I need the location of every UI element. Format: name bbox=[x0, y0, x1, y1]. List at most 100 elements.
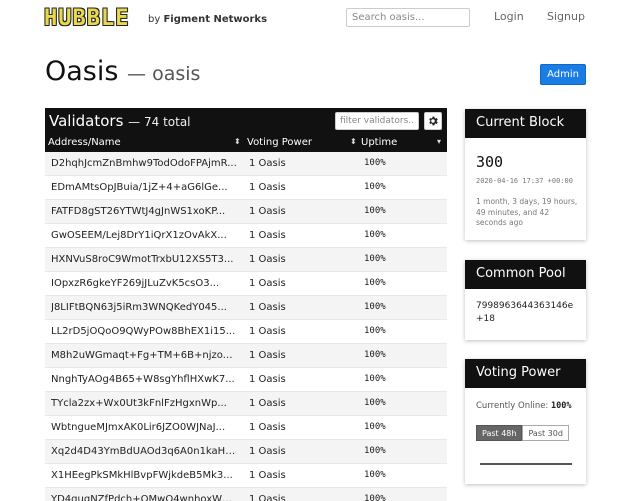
validator-address[interactable]: X1HEegPkSMkHlBvpFWjkdeB5Mk3... bbox=[51, 470, 237, 481]
validator-voting-power: 1 Oasis bbox=[249, 470, 286, 481]
validator-voting-power: 1 Oasis bbox=[249, 302, 286, 313]
validator-address[interactable]: WbtngueMJmxAK0Lir6JZO0WJNaJ... bbox=[51, 422, 237, 433]
validator-uptime: 100% bbox=[364, 350, 386, 360]
validators-rows: D2hqhJcmZnBmhw9TodOdoFPAjmR... 1 Oasis 100… bbox=[45, 152, 447, 501]
table-row[interactable]: IOpxzR6gkeYF269jJLuZvK5csO3... 1 Oasis 100… bbox=[45, 272, 447, 296]
network-name: Oasis bbox=[45, 56, 119, 87]
validators-title: Validators — 74 total bbox=[49, 112, 191, 130]
byline: by Figment Networks bbox=[148, 14, 267, 25]
validator-uptime: 100% bbox=[364, 158, 386, 168]
voting-power-chart-line bbox=[480, 463, 572, 465]
signup-link[interactable]: Signup bbox=[547, 10, 585, 23]
validators-header: Validators — 74 total bbox=[45, 108, 447, 135]
validator-uptime: 100% bbox=[364, 302, 386, 312]
byline-by: by bbox=[148, 14, 161, 25]
sort-icon[interactable]: ⬍ bbox=[234, 137, 241, 146]
validators-total: — 74 total bbox=[128, 115, 191, 129]
tab-past-48h[interactable]: Past 48h bbox=[476, 425, 523, 441]
validator-voting-power: 1 Oasis bbox=[249, 254, 286, 265]
table-row[interactable]: J8LIFtBQN63j5iRm3WNQKedY045... 1 Oasis 100… bbox=[45, 296, 447, 320]
col-uptime[interactable]: Uptime bbox=[361, 137, 397, 148]
table-row[interactable]: M8h2uWGmaqt+Fg+TM+6B+njzox+... 1 Oasis 100… bbox=[45, 344, 447, 368]
validator-uptime: 100% bbox=[364, 206, 386, 216]
validator-uptime: 100% bbox=[364, 446, 386, 456]
validator-voting-power: 1 Oasis bbox=[249, 374, 286, 385]
online-value: 100% bbox=[551, 401, 572, 411]
validator-address[interactable]: J8LIFtBQN63j5iRm3WNQKedY045... bbox=[51, 302, 237, 313]
hubble-logo[interactable]: HUBBLE bbox=[44, 6, 129, 31]
validator-address[interactable]: FATFD8gST26YTWtJ4gJnWS1xoKP... bbox=[51, 206, 237, 217]
table-row[interactable]: FATFD8gST26YTWtJ4gJnWS1xoKP... 1 Oasis 100… bbox=[45, 200, 447, 224]
voting-power-card: Voting Power Currently Online: 100% Past… bbox=[465, 359, 586, 484]
current-block-card: Current Block 300 2020-04-16 17:37 +00:0… bbox=[465, 109, 586, 240]
filter-validators-input[interactable] bbox=[335, 112, 419, 130]
gear-icon bbox=[429, 116, 438, 126]
table-row[interactable]: GwOSEEM/Lej8DrY1iQrX1zOvAkX... 1 Oasis 100… bbox=[45, 224, 447, 248]
common-pool-title: Common Pool bbox=[465, 260, 586, 289]
validators-title-text: Validators bbox=[49, 112, 124, 130]
table-row[interactable]: X1HEegPkSMkHlBvpFWjkdeB5Mk3... 1 Oasis 100… bbox=[45, 464, 447, 488]
voting-power-title: Voting Power bbox=[465, 359, 586, 388]
col-address-name[interactable]: Address/Name bbox=[48, 137, 121, 148]
table-row[interactable]: TYcla2zx+Wx0Ut3kFnlFzHgxnWp... 1 Oasis 100… bbox=[45, 392, 447, 416]
admin-button[interactable]: Admin bbox=[540, 64, 586, 85]
validator-uptime: 100% bbox=[364, 230, 386, 240]
validator-voting-power: 1 Oasis bbox=[249, 278, 286, 289]
search-input[interactable] bbox=[346, 8, 470, 27]
settings-button[interactable] bbox=[424, 112, 442, 130]
validator-address[interactable]: LL2rD5jOQoO9QWyPOw8BhEX1i15... bbox=[51, 326, 237, 337]
validator-uptime: 100% bbox=[364, 182, 386, 192]
validator-uptime: 100% bbox=[364, 470, 386, 480]
table-row[interactable]: LL2rD5jOQoO9QWyPOw8BhEX1i15... 1 Oasis 100… bbox=[45, 320, 447, 344]
validator-address[interactable]: M8h2uWGmaqt+Fg+TM+6B+njzox+... bbox=[51, 350, 237, 361]
validator-voting-power: 1 Oasis bbox=[249, 326, 286, 337]
validators-panel: Validators — 74 total Address/Name ⬍ Vot… bbox=[45, 108, 447, 501]
validator-voting-power: 1 Oasis bbox=[249, 206, 286, 217]
validator-voting-power: 1 Oasis bbox=[249, 182, 286, 193]
validator-address[interactable]: GwOSEEM/Lej8DrY1iQrX1zOvAkX... bbox=[51, 230, 237, 241]
validator-voting-power: 1 Oasis bbox=[249, 422, 286, 433]
validator-uptime: 100% bbox=[364, 326, 386, 336]
table-row[interactable]: YD4guqNZfPdch+OMwO4wnhoxW4x... 1 Oasis 100… bbox=[45, 488, 447, 501]
col-voting-power[interactable]: Voting Power bbox=[247, 137, 312, 148]
table-row[interactable]: WbtngueMJmxAK0Lir6JZO0WJNaJ... 1 Oasis 100… bbox=[45, 416, 447, 440]
table-row[interactable]: NnghTyAOg4B65+W8sgYhflHXwK7... 1 Oasis 100… bbox=[45, 368, 447, 392]
validator-uptime: 100% bbox=[364, 374, 386, 384]
validator-address[interactable]: EDmAMtsOpJBuia/1jZ+4+aG6lGe... bbox=[51, 182, 237, 193]
currently-online: Currently Online: 100% bbox=[476, 401, 572, 411]
validator-voting-power: 1 Oasis bbox=[249, 446, 286, 457]
login-link[interactable]: Login bbox=[494, 10, 524, 23]
table-row[interactable]: HXNVuS8roC9WmotTrxbU12XS5T3... 1 Oasis 100… bbox=[45, 248, 447, 272]
block-timestamp: 2020-04-16 17:37 +00:00 bbox=[476, 177, 573, 185]
validator-address[interactable]: D2hqhJcmZnBmhw9TodOdoFPAjmR... bbox=[51, 158, 237, 169]
validator-address[interactable]: HXNVuS8roC9WmotTrxbU12XS5T3... bbox=[51, 254, 237, 265]
validator-voting-power: 1 Oasis bbox=[249, 494, 286, 501]
online-label: Currently Online: bbox=[476, 401, 549, 411]
block-age: 1 month, 3 days, 19 hours, 49 minutes, a… bbox=[476, 197, 578, 227]
table-row[interactable]: Xq2d4D43YmBdUAOd3q6A0n1kaHU... 1 Oasis 100… bbox=[45, 440, 447, 464]
validator-voting-power: 1 Oasis bbox=[249, 350, 286, 361]
voting-power-tabs: Past 48h Past 30d bbox=[476, 425, 569, 441]
tab-past-30d[interactable]: Past 30d bbox=[522, 425, 569, 441]
validator-address[interactable]: NnghTyAOg4B65+W8sgYhflHXwK7... bbox=[51, 374, 237, 385]
byline-company[interactable]: Figment Networks bbox=[163, 14, 267, 25]
network-subtitle: — oasis bbox=[127, 63, 201, 85]
validator-address[interactable]: Xq2d4D43YmBdUAOd3q6A0n1kaHU... bbox=[51, 446, 237, 457]
common-pool-value: 7998963644363146e+18 bbox=[476, 301, 574, 324]
page-title: Oasis — oasis bbox=[45, 56, 200, 87]
validator-uptime: 100% bbox=[364, 494, 386, 501]
block-number[interactable]: 300 bbox=[476, 153, 503, 171]
table-row[interactable]: EDmAMtsOpJBuia/1jZ+4+aG6lGe... 1 Oasis 100… bbox=[45, 176, 447, 200]
sort-icon[interactable]: ⬍ bbox=[350, 137, 357, 146]
validator-address[interactable]: IOpxzR6gkeYF269jJLuZvK5csO3... bbox=[51, 278, 237, 289]
validator-voting-power: 1 Oasis bbox=[249, 158, 286, 169]
table-header: Address/Name ⬍ Voting Power ⬍ Uptime ▾ bbox=[45, 135, 447, 152]
table-row[interactable]: D2hqhJcmZnBmhw9TodOdoFPAjmR... 1 Oasis 100… bbox=[45, 152, 447, 176]
sort-desc-icon[interactable]: ▾ bbox=[437, 137, 441, 146]
validator-address[interactable]: YD4guqNZfPdch+OMwO4wnhoxW4x... bbox=[51, 494, 237, 501]
validator-address[interactable]: TYcla2zx+Wx0Ut3kFnlFzHgxnWp... bbox=[51, 398, 237, 409]
validator-voting-power: 1 Oasis bbox=[249, 398, 286, 409]
validator-uptime: 100% bbox=[364, 398, 386, 408]
validator-voting-power: 1 Oasis bbox=[249, 230, 286, 241]
validator-uptime: 100% bbox=[364, 254, 386, 264]
